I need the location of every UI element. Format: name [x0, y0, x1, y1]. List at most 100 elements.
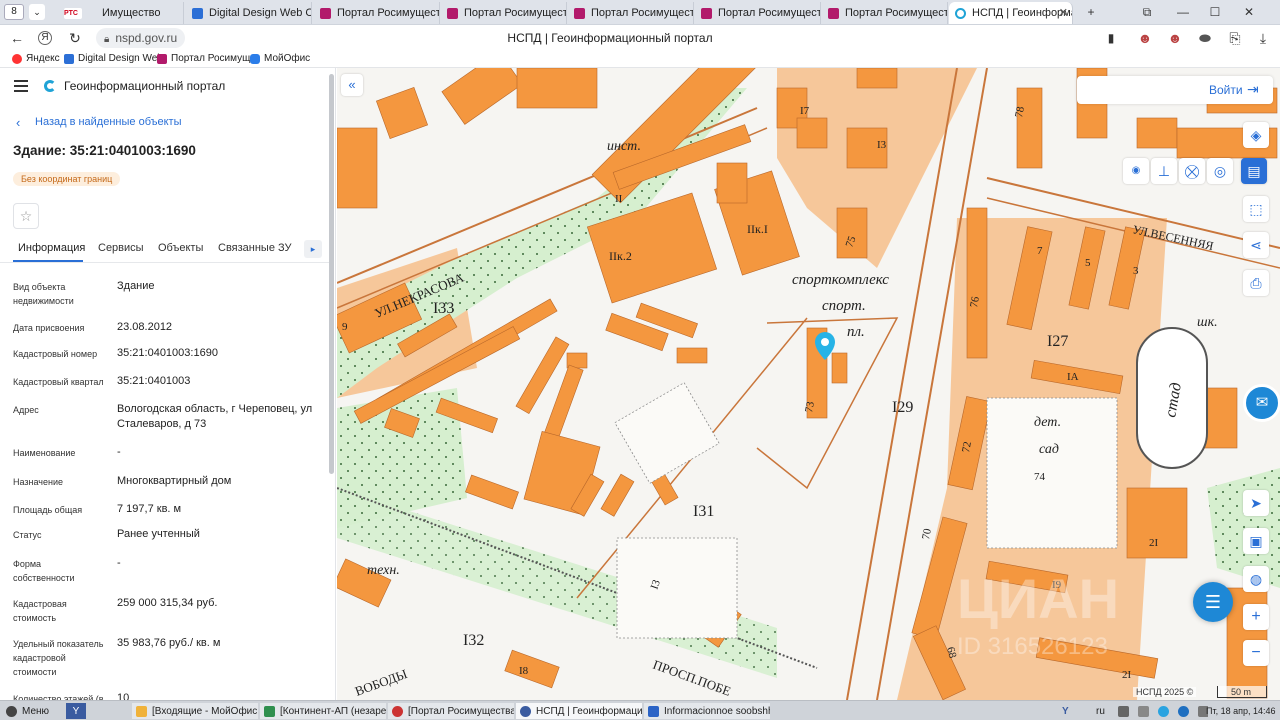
- maximize-icon[interactable]: ☐: [1204, 3, 1226, 21]
- page-title: НСПД | Геоинформационный портал: [507, 31, 713, 45]
- favorite-star-icon[interactable]: ☆: [13, 203, 39, 229]
- new-tab-button[interactable]: +: [1080, 3, 1102, 21]
- navigate-icon[interactable]: ➤: [1243, 490, 1269, 516]
- volume-icon[interactable]: [1138, 705, 1149, 717]
- tab-list-chevron-icon[interactable]: ⌄: [29, 4, 45, 20]
- shield-icon[interactable]: ⬬: [1196, 29, 1214, 47]
- map-label: пл.: [847, 324, 865, 340]
- yandex-tray-icon[interactable]: Y: [1062, 703, 1082, 719]
- back-to-results-link[interactable]: Назад в найденные объекты: [35, 116, 182, 128]
- field-label: Удельный показатель кадастровой стоимост…: [13, 639, 104, 677]
- chat-icon[interactable]: ☰: [1193, 582, 1233, 622]
- browser-tab[interactable]: Digital Design Web Client: [186, 2, 312, 24]
- ruler-icon[interactable]: ▤: [1241, 158, 1267, 184]
- taskbar-item[interactable]: [Континент-АП (незарег...: [260, 703, 386, 719]
- language-indicator[interactable]: ru: [1096, 703, 1116, 719]
- start-menu-button[interactable]: Меню: [2, 703, 62, 719]
- house-number: IA: [1067, 371, 1079, 383]
- tab-label: Портал Росимущества: [337, 7, 439, 19]
- measure-circle-icon[interactable]: ◎: [1207, 158, 1233, 184]
- measure-line-icon[interactable]: ⊥: [1151, 158, 1177, 184]
- yandex-icon: [12, 53, 22, 64]
- browser-tab[interactable]: РТС Имущество: [58, 2, 184, 24]
- tabs-scroll-right-icon[interactable]: ▸: [304, 240, 322, 258]
- browser-tab[interactable]: Портал Росимущества: [695, 2, 821, 24]
- panel-scrollbar[interactable]: [329, 74, 334, 474]
- tray-icons[interactable]: [1118, 703, 1208, 719]
- close-tab-icon[interactable]: ✕: [1059, 6, 1068, 19]
- close-window-icon[interactable]: ✕: [1238, 3, 1260, 21]
- taskbar-item[interactable]: [Входящие - МойОфис П...: [132, 703, 258, 719]
- digital-design-icon: [64, 53, 74, 64]
- zoom-in-icon[interactable]: +: [1243, 604, 1269, 630]
- house-number: II: [615, 193, 623, 205]
- hamburger-menu-icon[interactable]: [14, 80, 28, 92]
- network-icon[interactable]: [1118, 705, 1129, 717]
- house-number: I8: [519, 665, 529, 677]
- yandex-taskbar-icon[interactable]: Y: [66, 703, 86, 719]
- bookmark-moyofis[interactable]: МойОфис: [250, 53, 310, 64]
- bookmark-label: Digital Design Web: [78, 53, 163, 64]
- share-icon[interactable]: ⋖: [1243, 232, 1269, 258]
- zoom-out-icon[interactable]: −: [1243, 640, 1269, 666]
- taskbar-item[interactable]: [Портал Росимущества - ...: [388, 703, 514, 719]
- tab-related-plots[interactable]: Связанные ЗУ: [218, 242, 292, 254]
- assistant-icon[interactable]: ✉: [1243, 384, 1280, 422]
- taskbar-item-active[interactable]: НСПД | Геоинформацио...: [516, 703, 642, 719]
- layers-icon[interactable]: ◈: [1243, 122, 1269, 148]
- menu-logo-icon: [6, 705, 17, 717]
- quarter-label: I27: [1047, 333, 1068, 350]
- hp-icon[interactable]: [1178, 705, 1189, 717]
- tab-objects[interactable]: Объекты: [158, 242, 203, 254]
- field-label: Статус: [13, 530, 42, 540]
- house-number: 5: [1085, 257, 1091, 269]
- map-view[interactable]: УЛ.НЕКРАСОВА УЛ.ВЕСЕННЯЯ ПРОСП.ПОБЕ ВОБО…: [337, 68, 1280, 700]
- download-icon[interactable]: ⤓: [1254, 29, 1272, 47]
- browser-tab-active[interactable]: НСПД | Геоинформационный портал✕: [949, 2, 1073, 24]
- tab-label: Имущество: [102, 7, 161, 19]
- field-value: 259 000 315,34 руб.: [117, 597, 218, 609]
- select-area-icon[interactable]: ⬚: [1243, 196, 1269, 222]
- house-number: 2I: [1149, 537, 1159, 549]
- browser-tab[interactable]: Портал Росимущества: [314, 2, 440, 24]
- field-value: 23.08.2012: [117, 321, 173, 333]
- tab-services[interactable]: Сервисы: [98, 242, 144, 254]
- tab-manager-icon[interactable]: ⧉: [1136, 3, 1158, 21]
- field-value: Ранее учтенный: [117, 528, 200, 540]
- geolocation-icon[interactable]: ◍: [1243, 566, 1269, 592]
- login-arrow-icon[interactable]: ⇥: [1247, 81, 1259, 98]
- login-bar: [1077, 76, 1273, 104]
- browser-tab[interactable]: Портал Росимущества: [822, 2, 948, 24]
- minimize-icon[interactable]: —: [1172, 3, 1194, 21]
- taskbar-item-label: [Портал Росимущества - ...: [408, 705, 514, 717]
- browser-tab[interactable]: Портал Росимущества: [568, 2, 694, 24]
- collapse-panel-icon[interactable]: «: [341, 74, 363, 96]
- taskbar-item[interactable]: Informacionnoe soobshhe...: [644, 703, 770, 719]
- browser-tab[interactable]: Портал Росимущества: [441, 2, 567, 24]
- extension-icon[interactable]: ☻: [1136, 29, 1154, 47]
- word-doc-icon: [648, 705, 659, 717]
- measure-area-icon[interactable]: ⛒: [1179, 158, 1205, 184]
- bookmark-yandex[interactable]: Яндекс: [12, 53, 60, 64]
- field-label: Кадастровая стоимость: [13, 599, 67, 623]
- tab-counter[interactable]: 8: [4, 4, 24, 20]
- print-icon[interactable]: ⎙: [1243, 270, 1269, 296]
- tab-information[interactable]: Информация: [18, 242, 85, 254]
- bookmark-digital-design[interactable]: Digital Design Web: [64, 53, 163, 64]
- watermark-text: ЦИАН: [957, 567, 1119, 630]
- extension-icon[interactable]: ☻: [1166, 29, 1184, 47]
- field-label: Кадастровый номер: [13, 349, 98, 359]
- nspd-logo-icon: [44, 80, 56, 92]
- bookmark-rosimushchestvo[interactable]: Портал Росимущ: [157, 53, 250, 64]
- skype-icon[interactable]: [1158, 705, 1169, 717]
- house-number: 72: [960, 441, 974, 454]
- login-button[interactable]: Войти: [1209, 83, 1243, 97]
- rosimushchestvo-icon: [701, 7, 712, 19]
- bookmark-icon[interactable]: ▮: [1102, 29, 1120, 47]
- measure-point-icon[interactable]: ◉: [1123, 158, 1149, 184]
- minimap-icon[interactable]: ▣: [1243, 528, 1269, 554]
- field-label: Количество этажей (в: [13, 694, 104, 700]
- collections-icon[interactable]: ⎘: [1226, 29, 1244, 47]
- back-chevron-icon[interactable]: ‹: [16, 115, 20, 130]
- tab-label: Портал Росимущества: [845, 7, 947, 19]
